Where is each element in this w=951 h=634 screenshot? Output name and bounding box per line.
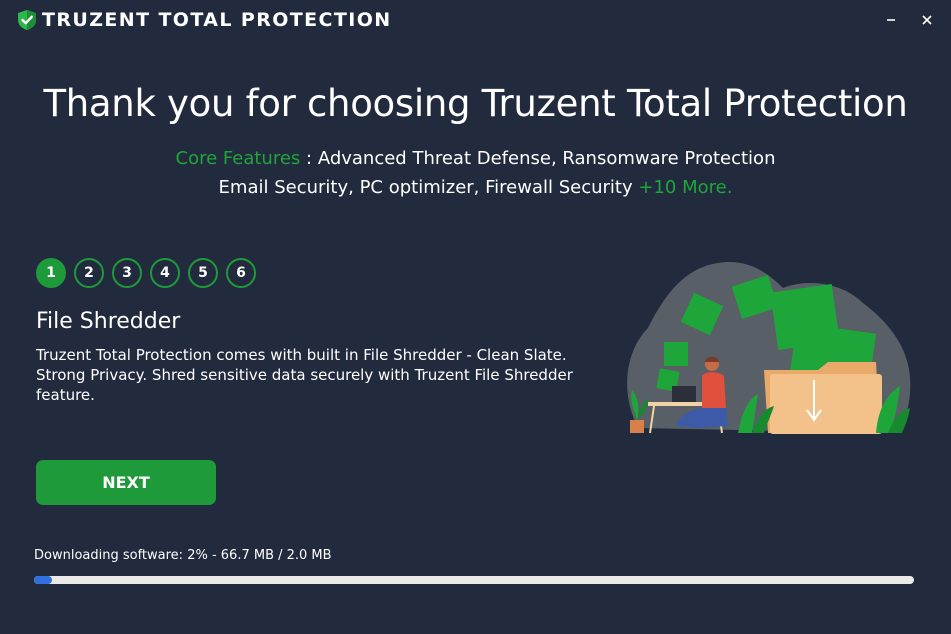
app-title: TRUZENT TOTAL PROTECTION xyxy=(42,9,392,31)
core-features-line-2: Email Security, PC optimizer, Firewall S… xyxy=(0,177,951,198)
minimize-icon xyxy=(887,19,895,21)
core-features-label: Core Features xyxy=(175,148,301,169)
download-progress-fill xyxy=(34,576,52,584)
close-icon xyxy=(922,15,932,25)
step-1[interactable]: 1 xyxy=(36,258,66,288)
more-features-link[interactable]: +10 More. xyxy=(638,177,732,198)
title-bar: TRUZENT TOTAL PROTECTION xyxy=(0,0,951,40)
core-features-line-1: Core Features : Advanced Threat Defense,… xyxy=(0,148,951,169)
minimize-button[interactable] xyxy=(881,10,901,30)
next-button[interactable]: NEXT xyxy=(36,460,216,505)
shield-check-icon xyxy=(18,10,36,30)
core-features-text-1: : Advanced Threat Defense, Ransomware Pr… xyxy=(306,148,776,169)
page-headline: Thank you for choosing Truzent Total Pro… xyxy=(43,82,908,125)
step-6[interactable]: 6 xyxy=(226,258,256,288)
download-progress-bar xyxy=(34,576,914,584)
step-2[interactable]: 2 xyxy=(74,258,104,288)
step-5[interactable]: 5 xyxy=(188,258,218,288)
feature-title: File Shredder xyxy=(36,309,181,334)
step-4[interactable]: 4 xyxy=(150,258,180,288)
file-shredder-illustration xyxy=(627,262,911,434)
close-button[interactable] xyxy=(917,10,937,30)
feature-description: Truzent Total Protection comes with buil… xyxy=(36,346,573,404)
step-3[interactable]: 3 xyxy=(112,258,142,288)
download-status: Downloading software: 2% - 66.7 MB / 2.0… xyxy=(34,548,332,563)
core-features-text-2: Email Security, PC optimizer, Firewall S… xyxy=(218,177,633,198)
